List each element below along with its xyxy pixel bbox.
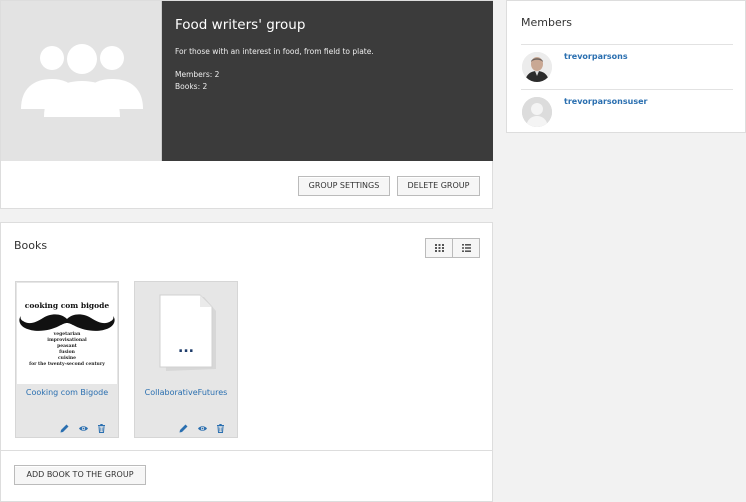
add-book-button[interactable]: ADD BOOK TO THE GROUP (14, 465, 146, 485)
document-placeholder-icon (159, 294, 216, 371)
book-actions (179, 424, 229, 434)
view-toggle (425, 238, 480, 258)
book-cover[interactable]: ... (136, 283, 236, 384)
member-name-link[interactable]: trevorparsons (564, 52, 628, 61)
trash-icon[interactable] (97, 424, 106, 433)
books-heading: Books (14, 239, 48, 252)
pencil-icon[interactable] (179, 424, 188, 433)
book-title-link[interactable]: CollaborativeFutures (135, 388, 237, 397)
avatar[interactable] (522, 52, 552, 82)
avatar[interactable] (522, 97, 552, 127)
group-books-count: Books: 2 (175, 82, 208, 91)
book-cover[interactable]: cooking com bigode vegetarian improvisat… (17, 283, 117, 384)
book-actions (60, 424, 110, 434)
group-description: For those with an interest in food, from… (175, 47, 374, 56)
member-row: trevorparsons (521, 44, 733, 88)
group-settings-button[interactable]: GROUP SETTINGS (298, 176, 390, 196)
eye-icon[interactable] (79, 424, 88, 433)
list-icon (462, 244, 471, 252)
delete-group-button[interactable]: DELETE GROUP (397, 176, 480, 196)
grid-view-button[interactable] (426, 239, 453, 257)
member-name-link[interactable]: trevorparsonsuser (564, 97, 647, 106)
divider (1, 450, 492, 451)
group-people-icon (21, 44, 143, 117)
books-panel: Books cooking com bigode vegetarian impr… (0, 222, 493, 502)
member-row: trevorparsonsuser (521, 89, 733, 133)
book-title-link[interactable]: Cooking com Bigode (16, 388, 118, 397)
list-view-button[interactable] (453, 239, 479, 257)
group-members-count: Members: 2 (175, 70, 220, 79)
book-card[interactable]: ... CollaborativeFutures (134, 281, 238, 438)
cover-line: for the twenty-second century (29, 362, 105, 367)
cover-placeholder-text: ... (178, 340, 194, 356)
group-avatar (1, 1, 162, 161)
user-photo-icon (522, 52, 552, 82)
group-title: Food writers' group (175, 17, 306, 33)
trash-icon[interactable] (216, 424, 225, 433)
pencil-icon[interactable] (60, 424, 69, 433)
members-heading: Members (521, 16, 572, 29)
grid-icon (435, 244, 444, 252)
user-placeholder-icon (522, 97, 552, 127)
members-panel: Members trevorparsons trevorparsonsuser (506, 0, 746, 133)
group-header-card: Food writers' group For those with an in… (0, 0, 493, 209)
group-info: Food writers' group For those with an in… (162, 1, 493, 161)
eye-icon[interactable] (198, 424, 207, 433)
book-card[interactable]: cooking com bigode vegetarian improvisat… (15, 281, 119, 438)
cover-subtitle: vegetarian improvisational peasant fusio… (17, 332, 117, 368)
